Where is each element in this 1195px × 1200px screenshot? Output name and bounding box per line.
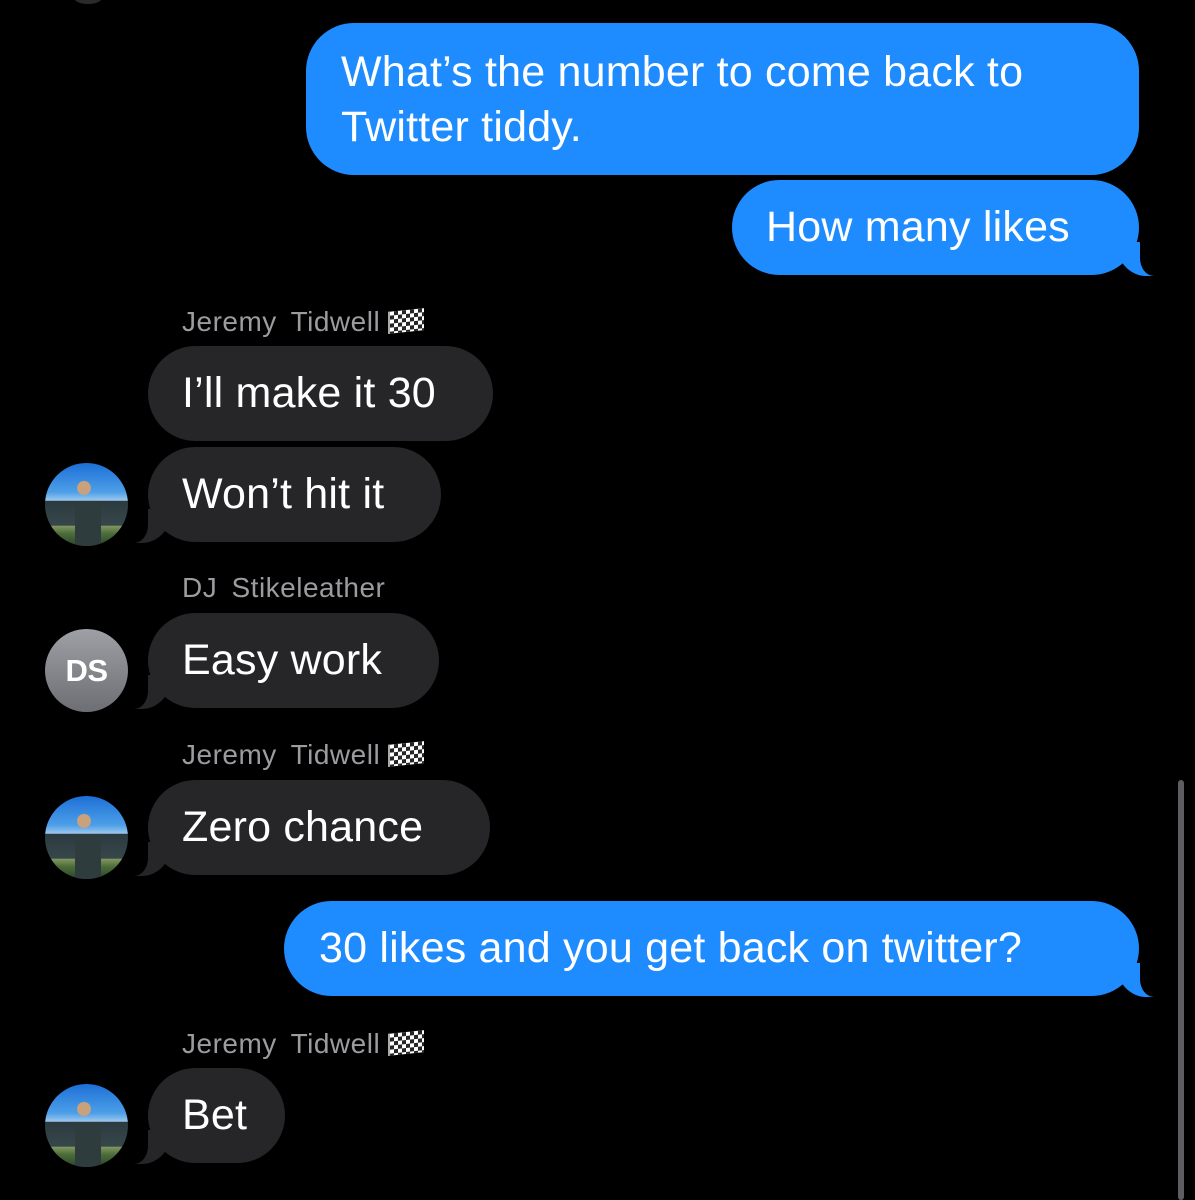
checkered-flag-icon [388, 741, 425, 767]
bubble-tail [134, 1124, 172, 1164]
checkered-flag-icon [388, 308, 425, 334]
sender-name-text: Jeremy Tidwell [182, 306, 381, 337]
bubble-tail [134, 503, 172, 543]
avatar-initials: DS [65, 652, 108, 688]
message-text: I’ll make it 30 [182, 369, 436, 417]
message-text: What’s the number to come back to [341, 48, 1024, 96]
message-text: Zero chance [182, 803, 424, 851]
message-bubble-incoming[interactable]: Bet [148, 1068, 285, 1163]
contact-avatar[interactable] [45, 796, 128, 879]
sender-name-text: Jeremy Tidwell [182, 739, 381, 770]
contact-avatar[interactable] [45, 1084, 128, 1167]
checkered-flag-icon [388, 1030, 425, 1056]
sender-name: Jeremy Tidwell [182, 306, 425, 338]
top-avatar-stub [68, 0, 108, 4]
bubble-tail [1116, 957, 1154, 997]
message-text: How many likes [766, 203, 1070, 251]
message-text: 30 likes and you get back on twitter? [319, 924, 1022, 972]
sender-name-text: Jeremy Tidwell [182, 1028, 381, 1059]
bubble-tail [134, 836, 172, 876]
message-bubble-outgoing[interactable]: What’s the number to come back to Twitte… [306, 23, 1139, 175]
sender-name: DJ Stikeleather [182, 572, 385, 604]
scrollbar[interactable] [1178, 780, 1184, 1200]
message-bubble-incoming[interactable]: Won’t hit it [148, 447, 441, 542]
message-bubble-incoming[interactable]: Zero chance [148, 780, 490, 875]
bubble-tail [1116, 236, 1154, 276]
message-text: Bet [182, 1091, 248, 1139]
contact-avatar[interactable]: DS [45, 629, 128, 712]
message-bubble-outgoing[interactable]: 30 likes and you get back on twitter? [284, 901, 1139, 996]
sender-name: Jeremy Tidwell [182, 739, 425, 771]
bubble-tail [134, 669, 172, 709]
message-text: Twitter tiddy. [341, 103, 582, 151]
message-bubble-incoming[interactable]: I’ll make it 30 [148, 346, 493, 441]
contact-avatar[interactable] [45, 463, 128, 546]
message-text: Won’t hit it [182, 470, 385, 518]
sender-name: Jeremy Tidwell [182, 1028, 425, 1060]
sender-name-text: DJ Stikeleather [182, 572, 386, 603]
message-bubble-incoming[interactable]: Easy work [148, 613, 439, 708]
message-text: Easy work [182, 636, 383, 684]
message-bubble-outgoing[interactable]: How many likes [732, 180, 1139, 275]
